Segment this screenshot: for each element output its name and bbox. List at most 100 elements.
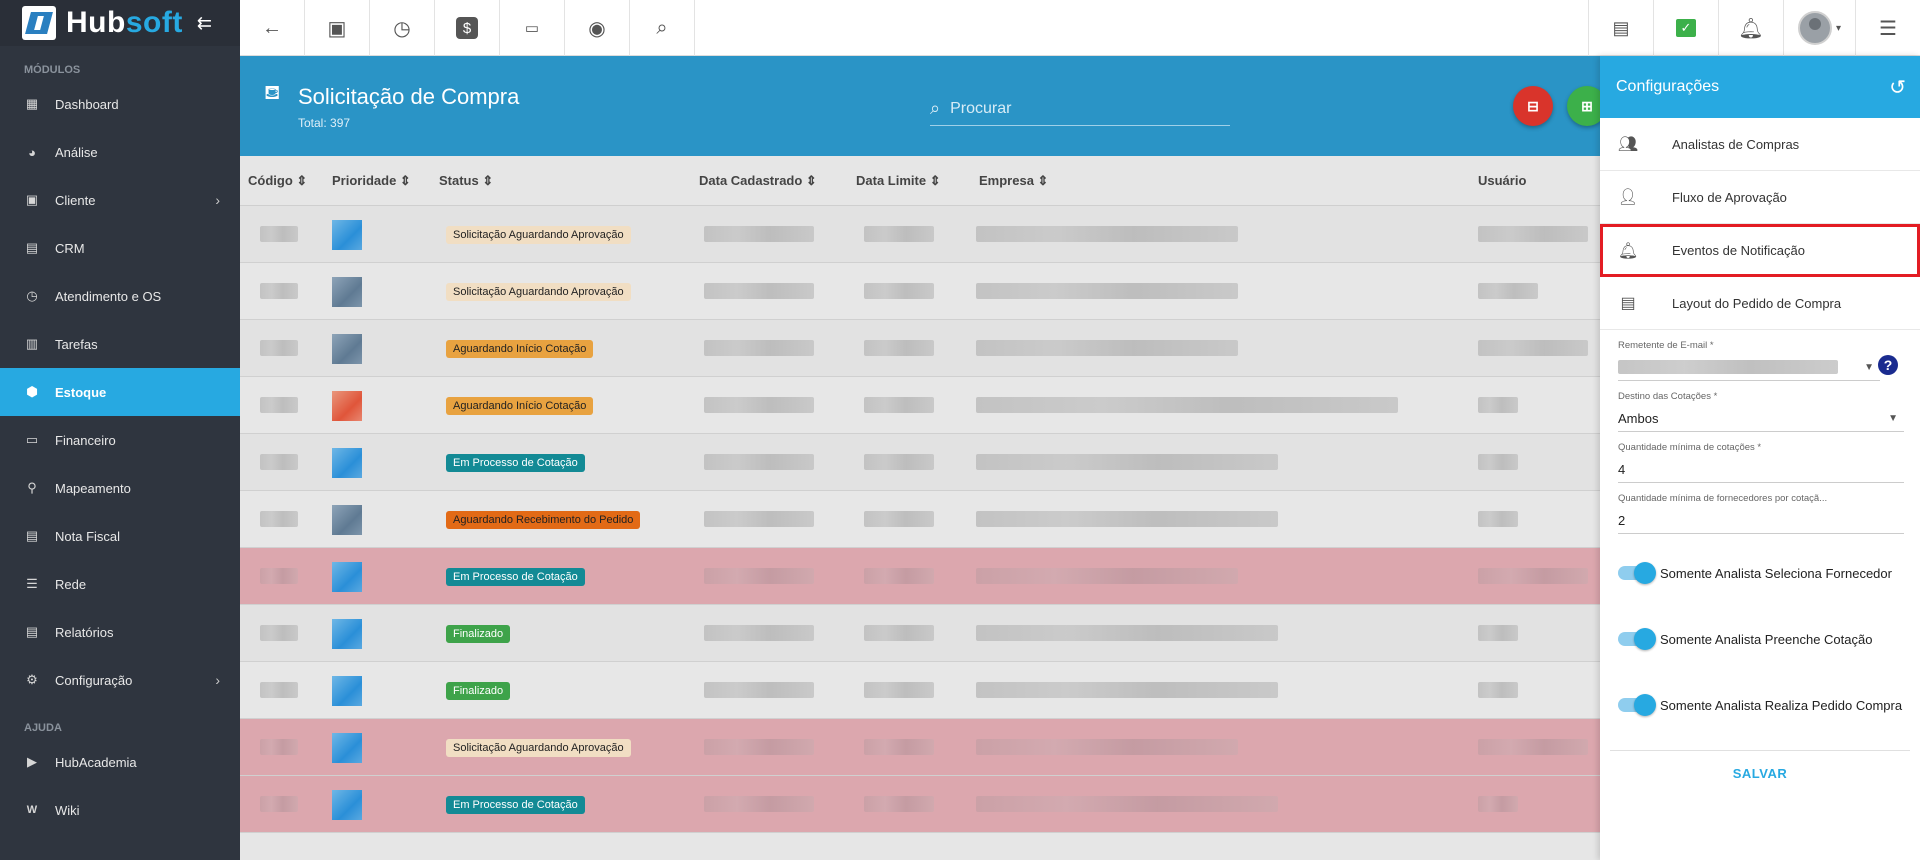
table-row[interactable]: Solicitação Aguardando Aprovação [240, 206, 1600, 263]
redacted-user [1478, 739, 1588, 755]
redacted-user [1478, 340, 1588, 356]
redacted-date [704, 682, 814, 698]
top-toolbar: ← ▣ ◷ $ ▭ ◉ ⌕ ▤ ✓ 🔔︎ ▾ ☰ [240, 0, 1920, 56]
qtd-min-cotacoes-input[interactable]: 4 [1618, 457, 1904, 483]
sidebar-item-analise[interactable]: ◕ Análise [0, 128, 240, 176]
qtd-min-fornecedores-input[interactable]: 2 [1618, 508, 1904, 534]
redacted-date [864, 511, 934, 527]
redacted-code [260, 226, 298, 242]
menu-fluxo-aprovacao[interactable]: 👤︎ Fluxo de Aprovação [1600, 171, 1920, 224]
calendar-clock-icon: ◷ [26, 288, 38, 303]
search-input[interactable] [950, 99, 1191, 118]
terminal-icon: ▭ [524, 20, 540, 37]
table-row[interactable]: Solicitação Aguardando Aprovação [240, 263, 1600, 320]
export-pdf-button[interactable]: ⊟ [1513, 86, 1553, 126]
table-row[interactable]: Solicitação Aguardando Aprovação [240, 719, 1600, 776]
menu-layout-pedido[interactable]: ▤ Layout do Pedido de Compra [1600, 277, 1920, 330]
contacts-button[interactable]: ▣ [305, 0, 370, 56]
table-row[interactable]: Em Processo de Cotação [240, 434, 1600, 491]
list-menu-button[interactable]: ☰ [1855, 0, 1920, 56]
toggle-switch[interactable] [1618, 562, 1656, 584]
col-usuario[interactable]: Usuário [1478, 173, 1526, 188]
table-body: Solicitação Aguardando Aprovação Solicit… [240, 206, 1600, 833]
toggle-row-seleciona-fornecedor: Somente Analista Seleciona Fornecedor [1600, 540, 1920, 606]
page-title: Solicitação de Compra [298, 84, 520, 109]
help-icon[interactable]: ? [1878, 355, 1898, 375]
col-codigo[interactable]: Código ⇕ [248, 173, 307, 189]
priority-indicator [332, 277, 362, 307]
table-row[interactable]: Aguardando Início Cotação [240, 377, 1600, 434]
finance-button[interactable]: $ [435, 0, 500, 56]
sidebar-item-mapeamento[interactable]: ⚲ Mapeamento [0, 464, 240, 512]
back-button[interactable]: ← [240, 0, 305, 56]
sidebar-item-financeiro[interactable]: ▭ Financeiro [0, 416, 240, 464]
redacted-date [864, 340, 934, 356]
sidebar-item-crm[interactable]: ▤ CRM [0, 224, 240, 272]
pdf-button[interactable]: ▤ [1588, 0, 1653, 56]
map-pin-icon: ⚲ [27, 480, 37, 495]
field-value: 4 [1618, 462, 1626, 477]
table-row[interactable]: Em Processo de Cotação [240, 776, 1600, 833]
hubsoft-logo-icon [22, 6, 56, 40]
sidebar-item-configuracao[interactable]: ⚙ Configuração › [0, 656, 240, 704]
table-row[interactable]: Finalizado [240, 662, 1600, 719]
panel-title: Configurações [1616, 78, 1720, 95]
field-label: Quantidade mínima de cotações * [1618, 442, 1762, 453]
redacted-company [976, 397, 1398, 413]
calendar-clock-icon: ◷ [393, 17, 411, 40]
menu-label: Fluxo de Aprovação [1672, 189, 1787, 205]
redacted-user [1478, 397, 1518, 413]
search-icon: ⌕ [656, 16, 668, 39]
col-data-limite[interactable]: Data Limite ⇕ [856, 173, 941, 189]
sidebar-item-label: Configuração [55, 672, 133, 688]
chevron-right-icon: › [215, 672, 220, 688]
sidebar-item-rede[interactable]: ☰ Rede [0, 560, 240, 608]
save-button[interactable]: SALVAR [1600, 766, 1920, 781]
sidebar-item-cliente[interactable]: ▣ Cliente › [0, 176, 240, 224]
menu-eventos-notificacao[interactable]: 🔔︎ Eventos de Notificação [1600, 224, 1920, 277]
panel-header: Configurações ↺ [1600, 56, 1920, 118]
divider [1610, 750, 1910, 751]
status-badge: Solicitação Aguardando Aprovação [446, 226, 631, 244]
redacted-code [260, 625, 298, 641]
sidebar-item-hubacademia[interactable]: ▶ HubAcademia [0, 738, 240, 786]
menu-label: Layout do Pedido de Compra [1672, 295, 1842, 311]
col-status[interactable]: Status ⇕ [439, 173, 493, 189]
collapse-menu-icon[interactable]: ⇇ [197, 13, 212, 34]
sidebar-item-atendimento[interactable]: ◷ Atendimento e OS [0, 272, 240, 320]
sidebar-item-estoque[interactable]: ⬢ Estoque [0, 368, 240, 416]
redacted-user [1478, 568, 1588, 584]
table-row[interactable]: Finalizado [240, 605, 1600, 662]
col-data-cadastrado[interactable]: Data Cadastrado ⇕ [699, 173, 817, 189]
brand[interactable]: Hubsoft ⇇ [0, 0, 240, 46]
priority-indicator [332, 220, 362, 250]
view-button[interactable]: ◉ [565, 0, 630, 56]
sidebar-item-tarefas[interactable]: ▥ Tarefas [0, 320, 240, 368]
history-icon[interactable]: ↺ [1889, 75, 1906, 100]
approvals-button[interactable]: ✓ [1653, 0, 1718, 56]
status-badge: Aguardando Início Cotação [446, 340, 594, 358]
toggle-switch[interactable] [1618, 628, 1656, 650]
sidebar-item-dashboard[interactable]: ▦ Dashboard [0, 80, 240, 128]
col-prioridade[interactable]: Prioridade ⇕ [332, 173, 411, 189]
search-button[interactable]: ⌕ [630, 0, 695, 56]
table-row[interactable]: Em Processo de Cotação [240, 548, 1600, 605]
terminal-button[interactable]: ▭ [500, 0, 565, 56]
page-header: ⛾ Solicitação de Compra Total: 397 ⌕ ⊟ ⊞ [240, 56, 1607, 156]
remetente-email-select[interactable]: ▼ ? [1618, 355, 1898, 381]
sidebar-item-wiki[interactable]: W Wiki [0, 786, 240, 834]
destino-cotacoes-select[interactable]: Ambos ▼ [1618, 406, 1904, 432]
sidebar-item-nota-fiscal[interactable]: ▤ Nota Fiscal [0, 512, 240, 560]
chevron-down-icon: ▾ [1835, 22, 1842, 34]
schedule-button[interactable]: ◷ [370, 0, 435, 56]
sidebar-item-relatorios[interactable]: ▤ Relatórios [0, 608, 240, 656]
toggle-switch[interactable] [1618, 694, 1656, 716]
col-empresa[interactable]: Empresa ⇕ [979, 173, 1048, 189]
notifications-button[interactable]: 🔔︎ [1718, 0, 1783, 56]
menu-analistas-compras[interactable]: 👥︎ Analistas de Compras [1600, 118, 1920, 171]
table-row[interactable]: Aguardando Recebimento do Pedido [240, 491, 1600, 548]
table-row[interactable]: Aguardando Início Cotação [240, 320, 1600, 377]
user-menu-button[interactable]: ▾ [1783, 0, 1855, 56]
destino-cotacoes-field: Destino das Cotações * Ambos ▼ [1600, 391, 1920, 432]
toggle-row-realiza-pedido: Somente Analista Realiza Pedido Compra [1600, 672, 1920, 738]
